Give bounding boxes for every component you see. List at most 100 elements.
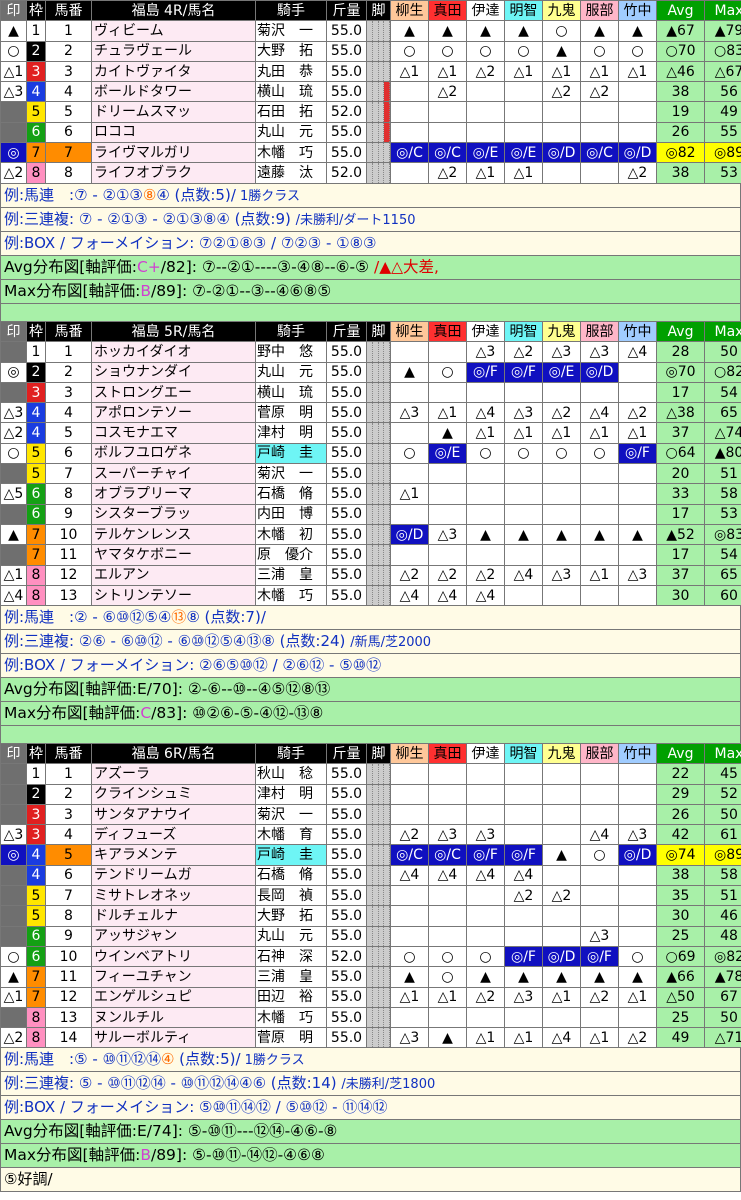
leg-indicator bbox=[366, 824, 391, 846]
horse-row[interactable]: △5 6 8 オブラプリーマ 石橋 脩 55.0 △1 33 58 bbox=[0, 483, 741, 505]
info-line: 例:三連複: ⑤ - ⑩⑪⑫⑭ - ⑩⑪⑫⑭④⑥ (点数:14) /未勝利/芝1… bbox=[0, 1072, 741, 1097]
waku-cell: 7 bbox=[26, 966, 46, 988]
jockey-name: 津村 明 bbox=[255, 422, 327, 444]
horse-row[interactable]: 4 6 テンドリームガ 石橋 脩 55.0 △4 △4 △4 △4 38 58 bbox=[0, 864, 741, 887]
mark-cell bbox=[0, 101, 27, 123]
jockey-name: 長岡 禎 bbox=[255, 885, 327, 907]
horse-row[interactable]: 3 3 サンタアナウイ 菊沢 一 55.0 26 50 bbox=[0, 803, 741, 826]
horse-row[interactable]: 5 7 ミサトレオネッ 長岡 禎 55.0 △2 △2 35 51 bbox=[0, 885, 741, 907]
header-predictor: 明智 bbox=[504, 742, 543, 765]
horse-row[interactable]: ○610ウインベアトリ石神 深52.0○○○◎/F◎/D◎/F○○69◎82 bbox=[0, 945, 741, 968]
prediction-cell: ◎/F bbox=[618, 442, 657, 465]
avg-cell: 30 bbox=[656, 584, 705, 607]
mark-cell bbox=[0, 381, 27, 404]
horse-row[interactable]: △1 8 12 エルアン 三浦 皇 55.0 △2 △2 △2 △4 △3 △1 △3 37 65 bbox=[0, 564, 741, 586]
horse-row[interactable]: 1 1 ホッカイダイオ 野中 悠 55.0 △3 △2 △3 △3 △4 28 50 bbox=[0, 341, 741, 363]
jockey-name: 三浦 皇 bbox=[255, 966, 327, 988]
horse-row[interactable]: ○22チュラヴェール大野 拓55.0○○○○▲○○○70○83 bbox=[0, 40, 741, 62]
horse-row[interactable]: ▲710テルケンレンス木幡 初55.0◎/D△3▲▲▲▲▲▲52◎83 bbox=[0, 523, 741, 546]
prediction-cell: △3 bbox=[466, 824, 505, 846]
horse-row[interactable]: △2 8 8 ライフオブラク 遠藤 汰 52.0 △2 △1 △1 △2 38 53 bbox=[0, 162, 741, 184]
info-text: /未勝利/芝1800 bbox=[341, 1077, 436, 1093]
prediction-cell bbox=[390, 503, 429, 525]
horse-row[interactable]: △3 3 4 ディフューズ 木幡 育 55.0 △2 △3 △3 △4 △3 42 61 bbox=[0, 824, 741, 846]
avg-cell: 22 bbox=[656, 763, 705, 785]
horse-row[interactable]: 3 3 ストロングエー 横山 琉 55.0 17 54 bbox=[0, 381, 741, 404]
prediction-cell bbox=[618, 483, 657, 505]
horse-row[interactable]: △3 4 4 ボールドタワー 横山 琉 55.0 △2 △2 △2 38 56 bbox=[0, 81, 741, 103]
prediction-cell bbox=[390, 463, 429, 485]
horse-row[interactable]: 1 1 アズーラ 秋山 稔 55.0 22 45 bbox=[0, 763, 741, 785]
max-cell: △71 bbox=[704, 1027, 741, 1049]
info-text: 例:馬連 :② - ⑥⑩⑫⑤④ bbox=[4, 608, 172, 627]
prediction-cell: △2 bbox=[428, 81, 467, 103]
horse-row[interactable]: 5 5 ドリームスマッ 石田 拓 52.0 19 49 bbox=[0, 101, 741, 123]
prediction-cell: △4 bbox=[390, 864, 429, 887]
horse-row[interactable]: 5 7 スーパーチャイ 菊沢 一 55.0 20 51 bbox=[0, 463, 741, 485]
mark-cell: ◎ bbox=[0, 844, 27, 866]
prediction-cell: ◎/D bbox=[618, 142, 657, 164]
avg-cell: △38 bbox=[656, 402, 705, 424]
waku-cell: 8 bbox=[26, 584, 46, 607]
horse-row[interactable]: ○ 5 6 ボルフユロゲネ 戸崎 圭 55.0 ○ ◎/E ○ ○ ○ ○ ◎/F ○64 ▲80 bbox=[0, 442, 741, 465]
prediction-cell bbox=[618, 463, 657, 485]
avg-cell: △46 bbox=[656, 60, 705, 83]
leg-indicator bbox=[366, 463, 391, 485]
prediction-cell bbox=[390, 885, 429, 907]
max-cell: 52 bbox=[704, 783, 741, 805]
umaban-cell: 1 bbox=[45, 341, 92, 363]
prediction-cell bbox=[428, 503, 467, 525]
horse-row[interactable]: 5 8 ドルチェルナ 大野 拓 55.0 30 46 bbox=[0, 905, 741, 927]
horse-name: ヌンルチル bbox=[91, 1006, 256, 1029]
horse-row[interactable]: △3 4 4 アポロンテソー 菅原 明 55.0 △3 △1 △4 △3 △2 △4 △2 △38 65 bbox=[0, 402, 741, 424]
weight-cell: 55.0 bbox=[326, 803, 367, 826]
mark-cell: ◎ bbox=[0, 361, 27, 383]
horse-row[interactable]: ◎ 7 7 ライヴマルガリ 木幡 巧 55.0 ◎/C ◎/C ◎/E ◎/E ◎/D ◎/C ◎/D ◎… bbox=[0, 142, 741, 164]
avg-cell: 17 bbox=[656, 503, 705, 525]
horse-row[interactable]: △2 4 5 コスモナエマ 津村 明 55.0 ▲ △1 △1 △1 △1 △1 37 △74 bbox=[0, 422, 741, 444]
umaban-cell: 2 bbox=[45, 783, 92, 805]
horse-row[interactable]: ▲ 7 11 フィーユチャン 三浦 皇 55.0 ▲ ○ ▲ ▲ ▲ ▲ ▲ ▲66 ▲78 bbox=[0, 966, 741, 988]
prediction-cell bbox=[504, 584, 543, 607]
horse-row[interactable]: 8 13 ヌンルチル 木幡 巧 55.0 25 50 bbox=[0, 1006, 741, 1029]
info-text: Max分布図[軸評価: bbox=[4, 704, 141, 723]
horse-row[interactable]: 7 11 ヤマタケボニー原 優介 55.0 17 54 bbox=[0, 544, 741, 566]
horse-row[interactable]: 6 9 シスターブラッ 内田 博 55.0 17 53 bbox=[0, 503, 741, 525]
umaban-cell: 13 bbox=[45, 584, 92, 607]
weight-cell: 55.0 bbox=[326, 341, 367, 363]
prediction-cell bbox=[504, 905, 543, 927]
prediction-cell bbox=[504, 763, 543, 785]
prediction-cell bbox=[390, 803, 429, 826]
prediction-cell: △3 bbox=[542, 341, 581, 363]
horse-row[interactable]: 6 9 アッサジャン 丸山 元 55.0 △3 25 48 bbox=[0, 925, 741, 947]
header-leg: 脚 bbox=[366, 0, 391, 22]
horse-row[interactable]: 6 6 ロココ 丸山 元 55.0 26 55 bbox=[0, 121, 741, 144]
horse-row[interactable]: △4 8 13 シトリンテソー 木幡 巧 55.0 △4 △4 △4 30 60 bbox=[0, 584, 741, 607]
jockey-name: 大野 拓 bbox=[255, 905, 327, 927]
horse-row[interactable]: △2 8 14 サルーボルティ 菅原 明 55.0 △3 ▲ △1 △1 △4 △1 △2 49 △71 bbox=[0, 1027, 741, 1049]
header-weight: 斤量 bbox=[326, 320, 367, 343]
leg-indicator bbox=[366, 422, 391, 444]
horse-name: アッサジャン bbox=[91, 925, 256, 947]
prediction-cell: △2 bbox=[390, 564, 429, 586]
horse-row[interactable]: ◎22ショウナンダイ丸山 元55.0▲○◎/F◎/F◎/E◎/D◎70○82 bbox=[0, 361, 741, 383]
horse-row[interactable]: ▲ 1 1 ヴィビーム 菊沢 一 55.0 ▲ ▲ ▲ ▲ ○ ▲ ▲ ▲67 ▲79 bbox=[0, 20, 741, 42]
info-text: ④ bbox=[160, 1050, 175, 1069]
prediction-cell: △3 bbox=[466, 341, 505, 363]
max-cell: 50 bbox=[704, 341, 741, 363]
horse-row[interactable]: ◎45キアラメンテ戸崎 圭55.0◎/C◎/C◎/F◎/F▲○◎/D◎74◎89 bbox=[0, 844, 741, 866]
prediction-cell: △4 bbox=[504, 564, 543, 586]
header-max: Max bbox=[704, 0, 741, 22]
waku-cell: 6 bbox=[26, 483, 46, 505]
horse-row[interactable]: △1 3 3 カイトヴァイタ 丸田 恭 55.0 △1 △1 △2 △1 △1 △1 △1 △46 △67 bbox=[0, 60, 741, 83]
prediction-cell bbox=[542, 381, 581, 404]
horse-row[interactable]: △1 7 12 エンゲルシュピ 田辺 裕 55.0 △1 △1 △2 △3 △1 △2 △1 △50 67 bbox=[0, 986, 741, 1008]
prediction-cell bbox=[428, 905, 467, 927]
horse-row[interactable]: 2 2 クラインシュミ 津村 明 55.0 29 52 bbox=[0, 783, 741, 805]
horse-name: エルアン bbox=[91, 564, 256, 586]
umaban-cell: 9 bbox=[45, 503, 92, 525]
jockey-name: 内田 博 bbox=[255, 503, 327, 525]
header-umaban: 馬番 bbox=[45, 320, 92, 343]
prediction-cell: △1 bbox=[466, 422, 505, 444]
header-predictor: 明智 bbox=[504, 0, 543, 22]
